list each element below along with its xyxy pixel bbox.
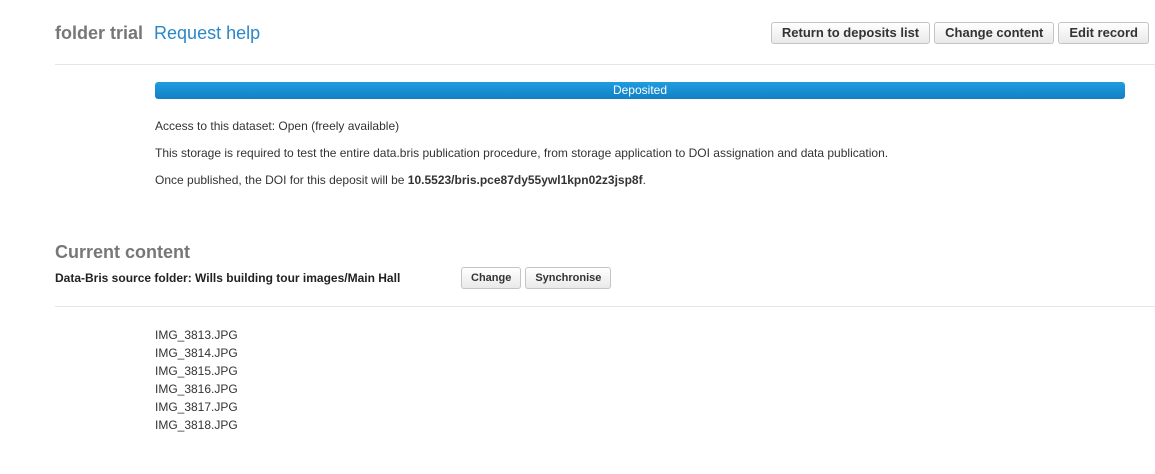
doi-suffix: . — [642, 173, 646, 187]
page-title-area: folder trial Request help — [55, 22, 260, 44]
deposit-info: Access to this dataset: Open (freely ava… — [155, 119, 888, 200]
header-actions: Return to deposits list Change content E… — [770, 22, 1149, 44]
synchronise-button[interactable]: Synchronise — [525, 267, 612, 289]
source-folder-row: Data-Bris source folder: Wills building … — [55, 266, 1155, 307]
request-help-link[interactable]: Request help — [154, 23, 260, 43]
change-folder-button[interactable]: Change — [461, 267, 522, 289]
doi-value: 10.5523/bris.pce87dy55ywl1kpn02z3jsp8f — [407, 173, 643, 187]
file-item: IMG_3818.JPG — [155, 418, 238, 432]
source-folder-actions: Change Synchronise — [461, 267, 612, 289]
page-title: folder trial — [55, 23, 144, 43]
deposit-status-label: Deposited — [612, 83, 668, 97]
source-folder-label: Data-Bris source folder: Wills building … — [55, 271, 401, 285]
access-info: Access to this dataset: Open (freely ava… — [155, 119, 400, 133]
file-item: IMG_3816.JPG — [155, 382, 238, 396]
file-item: IMG_3813.JPG — [155, 328, 238, 342]
return-to-deposits-button[interactable]: Return to deposits list — [770, 22, 931, 44]
doi-prefix: Once published, the DOI for this deposit… — [155, 173, 408, 187]
current-content-heading: Current content — [55, 242, 190, 262]
file-item: IMG_3815.JPG — [155, 364, 238, 378]
change-content-button[interactable]: Change content — [934, 22, 1055, 44]
edit-record-button[interactable]: Edit record — [1058, 22, 1149, 44]
doi-info: Once published, the DOI for this deposit… — [155, 173, 888, 188]
page-header: folder trial Request help Return to depo… — [55, 18, 1155, 65]
deposit-description: This storage is required to test the ent… — [155, 146, 889, 160]
file-list: IMG_3813.JPG IMG_3814.JPG IMG_3815.JPG I… — [155, 326, 238, 434]
file-item: IMG_3814.JPG — [155, 346, 238, 360]
deposit-status-bar: Deposited — [155, 82, 1125, 99]
deposit-page: folder trial Request help Return to depo… — [0, 0, 1155, 474]
file-item: IMG_3817.JPG — [155, 400, 238, 414]
